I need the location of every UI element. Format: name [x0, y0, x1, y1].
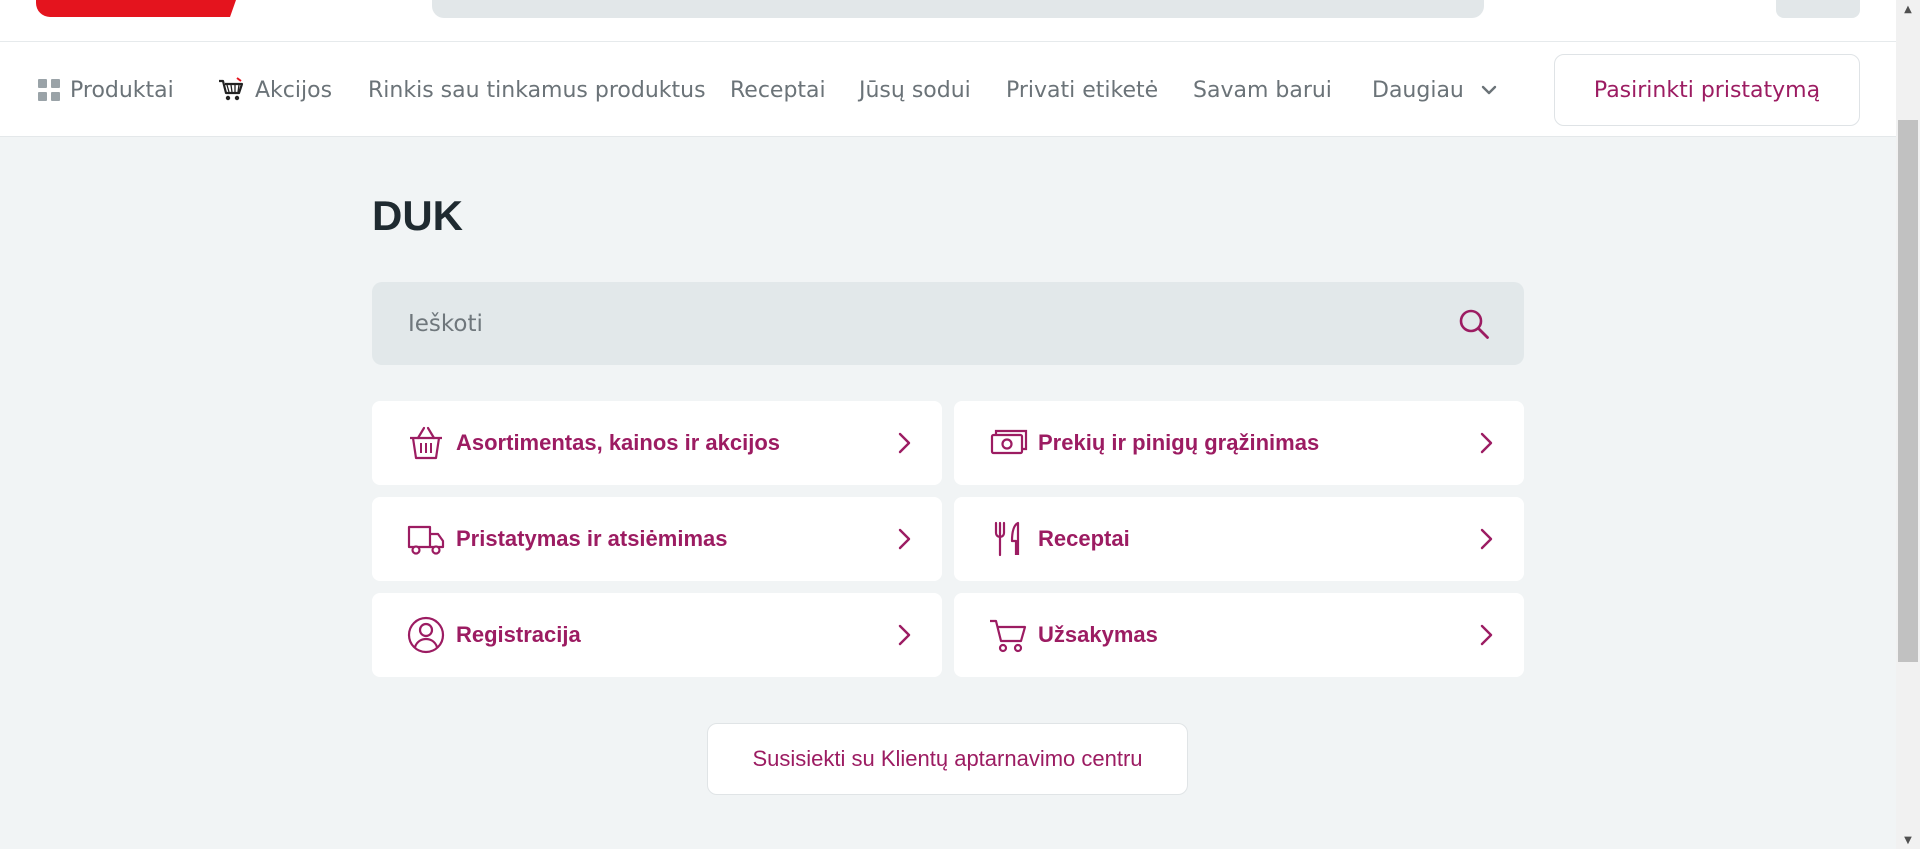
nav-item-akcijos[interactable]: Akcijos [217, 42, 332, 138]
faq-search-input[interactable] [408, 282, 1408, 365]
nav-item-label: Receptai [730, 77, 826, 103]
faq-category-grazinimas[interactable]: Prekių ir pinigų grąžinimas [954, 401, 1524, 485]
shopping-cart-icon [217, 76, 245, 104]
nav-item-jusu-sodui[interactable]: Jūsų sodui [859, 42, 971, 138]
nav-item-label: Jūsų sodui [859, 77, 971, 103]
chevron-right-icon [1480, 528, 1493, 550]
nav-item-rinkis[interactable]: Rinkis sau tinkamus produktus [368, 42, 706, 138]
top-header [0, 0, 1896, 41]
chevron-down-icon [1480, 81, 1498, 99]
user-icon [407, 616, 445, 654]
nav-item-receptai[interactable]: Receptai [730, 42, 826, 138]
main-navigation: Produktai Akcijos Rinkis sau tinkamus pr… [0, 41, 1896, 137]
faq-category-label: Receptai [1038, 526, 1130, 551]
scrollbar-thumb[interactable] [1898, 120, 1918, 662]
nav-item-label: Rinkis sau tinkamus produktus [368, 77, 706, 103]
scroll-up-icon[interactable]: ▲ [1896, 0, 1920, 18]
basket-icon [410, 426, 442, 460]
delivery-truck-icon [407, 525, 445, 555]
cutlery-icon [994, 521, 1020, 557]
nav-item-label: Privati etiketė [1006, 77, 1159, 103]
faq-category-label: Asortimentas, kainos ir akcijos [456, 430, 781, 455]
faq-category-uzsakymas[interactable]: Užsakymas [954, 593, 1524, 677]
choose-delivery-button[interactable]: Pasirinkti pristatymą [1554, 54, 1860, 126]
nav-item-daugiau[interactable]: Daugiau [1372, 42, 1498, 138]
nav-item-label: Produktai [70, 77, 174, 103]
cart-icon [990, 619, 1027, 653]
nav-item-privati-etikete[interactable]: Privati etiketė [1006, 42, 1158, 138]
contact-customer-service-button[interactable]: Susisiekti su Klientų aptarnavimo centru [707, 723, 1188, 795]
scroll-down-icon[interactable]: ▼ [1896, 831, 1920, 849]
page-title: DUK [372, 192, 463, 239]
logo[interactable] [36, 0, 236, 17]
nav-item-label: Savam barui [1193, 77, 1332, 103]
faq-category-pristatymas[interactable]: Pristatymas ir atsiėmimas [372, 497, 942, 581]
nav-item-label: Daugiau [1372, 77, 1464, 103]
nav-item-savam-barui[interactable]: Savam barui [1193, 42, 1332, 138]
search-icon[interactable] [1456, 306, 1492, 342]
nav-item-label: Akcijos [255, 77, 333, 103]
chevron-right-icon [898, 528, 911, 550]
grid-icon [38, 79, 60, 101]
chevron-right-icon [898, 624, 911, 646]
faq-category-label: Registracija [456, 622, 581, 647]
chevron-right-icon [1480, 624, 1493, 646]
money-icon [990, 429, 1028, 455]
faq-category-label: Užsakymas [1038, 622, 1158, 647]
faq-category-asortimentas[interactable]: Asortimentas, kainos ir akcijos [372, 401, 942, 485]
faq-search [372, 282, 1524, 365]
header-search-bar[interactable] [432, 0, 1484, 18]
faq-category-receptai[interactable]: Receptai [954, 497, 1524, 581]
chevron-right-icon [898, 432, 911, 454]
faq-category-registracija[interactable]: Registracija [372, 593, 942, 677]
faq-category-label: Prekių ir pinigų grąžinimas [1038, 430, 1320, 455]
header-account-button[interactable] [1776, 0, 1860, 18]
nav-item-produktai[interactable]: Produktai [38, 42, 174, 138]
chevron-right-icon [1480, 432, 1493, 454]
faq-category-label: Pristatymas ir atsiėmimas [456, 526, 728, 551]
